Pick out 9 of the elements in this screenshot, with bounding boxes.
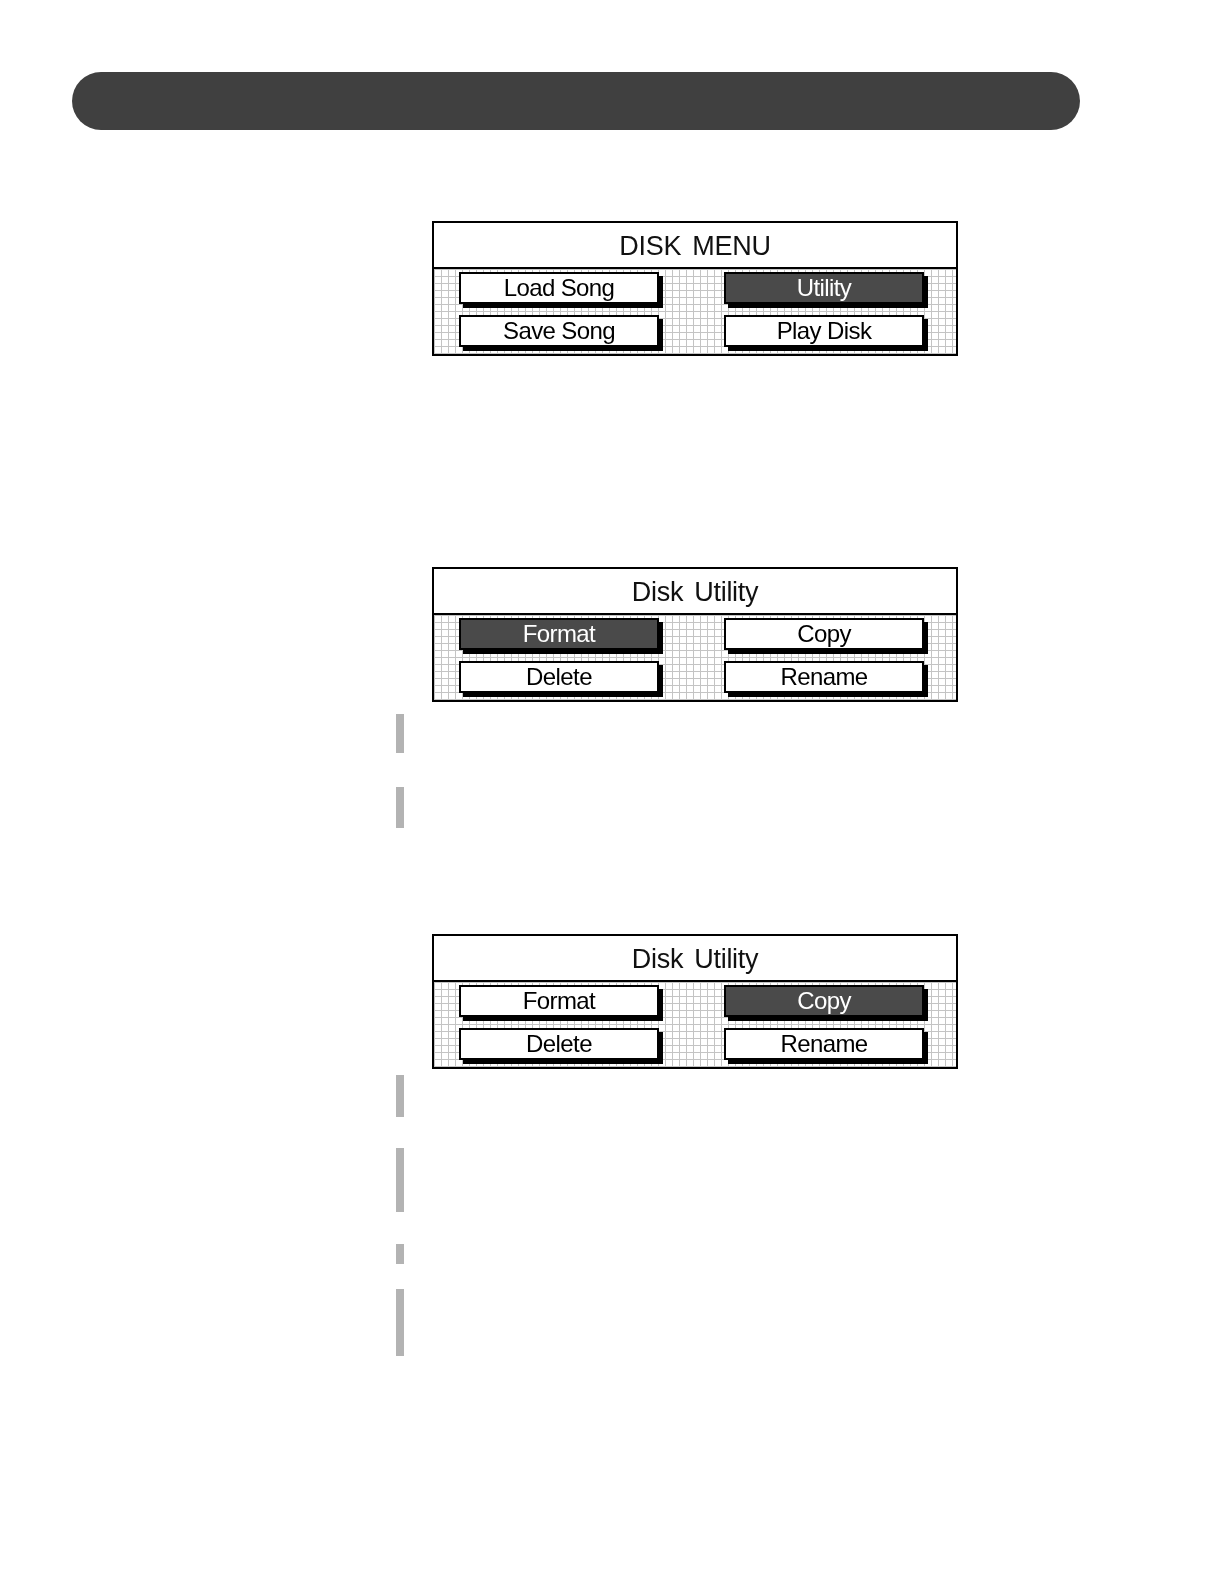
margin-bar [396,714,404,753]
margin-bar [396,1075,404,1117]
screen-title: Disk Utility [631,943,759,973]
margin-bar [396,1148,404,1212]
margin-bar [396,787,404,828]
screen-title: Disk Utility [631,576,759,606]
margin-bar [396,1289,404,1356]
screen-title: DISK MENU [619,230,771,260]
margin-bar [396,1244,404,1264]
